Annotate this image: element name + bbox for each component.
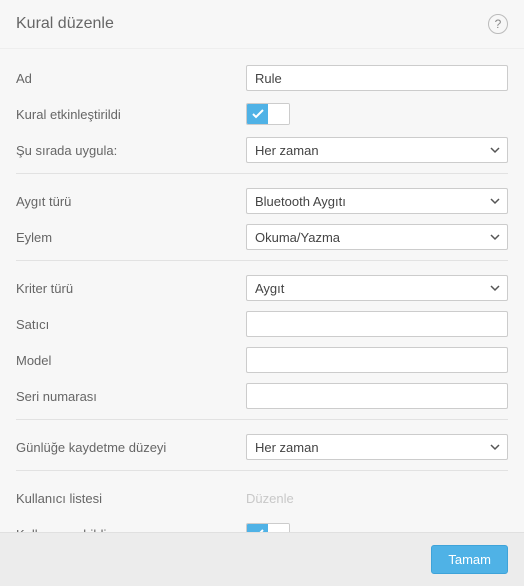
vendor-label: Satıcı: [16, 317, 246, 332]
device-type-value: Bluetooth Aygıtı: [255, 194, 346, 209]
device-type-label: Aygıt türü: [16, 194, 246, 209]
dialog-content: Ad Kural etkinleştirildi Şu sırada uygul…: [0, 49, 524, 532]
row-log: Günlüğe kaydetme düzeyi Her zaman: [16, 434, 508, 460]
name-label: Ad: [16, 71, 246, 86]
notify-toggle[interactable]: [246, 523, 290, 532]
row-action: Eylem Okuma/Yazma: [16, 224, 508, 250]
name-input[interactable]: [246, 65, 508, 91]
row-vendor: Satıcı: [16, 311, 508, 337]
device-type-select[interactable]: Bluetooth Aygıtı: [246, 188, 508, 214]
dialog-footer: Tamam: [0, 532, 524, 586]
row-name: Ad: [16, 65, 508, 91]
serial-input[interactable]: [246, 383, 508, 409]
apply-label: Şu sırada uygula:: [16, 143, 246, 158]
chevron-down-icon: [489, 282, 501, 294]
userlist-edit-link: Düzenle: [246, 491, 294, 506]
row-criteria: Kriter türü Aygıt: [16, 275, 508, 301]
chevron-down-icon: [489, 144, 501, 156]
row-notify: Kullanıcıya bildir: [16, 521, 508, 532]
ok-button[interactable]: Tamam: [431, 545, 508, 574]
enabled-toggle[interactable]: [246, 103, 290, 125]
help-icon[interactable]: ?: [488, 14, 508, 34]
row-userlist: Kullanıcı listesi Düzenle: [16, 485, 508, 511]
check-icon: [247, 104, 268, 124]
vendor-input[interactable]: [246, 311, 508, 337]
action-label: Eylem: [16, 230, 246, 245]
divider: [16, 470, 508, 471]
model-label: Model: [16, 353, 246, 368]
userlist-label: Kullanıcı listesi: [16, 491, 246, 506]
criteria-select[interactable]: Aygıt: [246, 275, 508, 301]
criteria-label: Kriter türü: [16, 281, 246, 296]
row-model: Model: [16, 347, 508, 373]
apply-value: Her zaman: [255, 143, 319, 158]
chevron-down-icon: [489, 231, 501, 243]
enabled-label: Kural etkinleştirildi: [16, 107, 246, 122]
divider: [16, 173, 508, 174]
log-select[interactable]: Her zaman: [246, 434, 508, 460]
divider: [16, 419, 508, 420]
row-enabled: Kural etkinleştirildi: [16, 101, 508, 127]
row-apply: Şu sırada uygula: Her zaman: [16, 137, 508, 163]
row-serial: Seri numarası: [16, 383, 508, 409]
model-input[interactable]: [246, 347, 508, 373]
dialog-title: Kural düzenle: [16, 15, 114, 33]
criteria-value: Aygıt: [255, 281, 284, 296]
dialog-header: Kural düzenle ?: [0, 0, 524, 49]
action-select[interactable]: Okuma/Yazma: [246, 224, 508, 250]
divider: [16, 260, 508, 261]
chevron-down-icon: [489, 195, 501, 207]
serial-label: Seri numarası: [16, 389, 246, 404]
check-icon: [247, 524, 268, 532]
log-value: Her zaman: [255, 440, 319, 455]
action-value: Okuma/Yazma: [255, 230, 340, 245]
row-device-type: Aygıt türü Bluetooth Aygıtı: [16, 188, 508, 214]
log-label: Günlüğe kaydetme düzeyi: [16, 440, 246, 455]
chevron-down-icon: [489, 441, 501, 453]
apply-select[interactable]: Her zaman: [246, 137, 508, 163]
